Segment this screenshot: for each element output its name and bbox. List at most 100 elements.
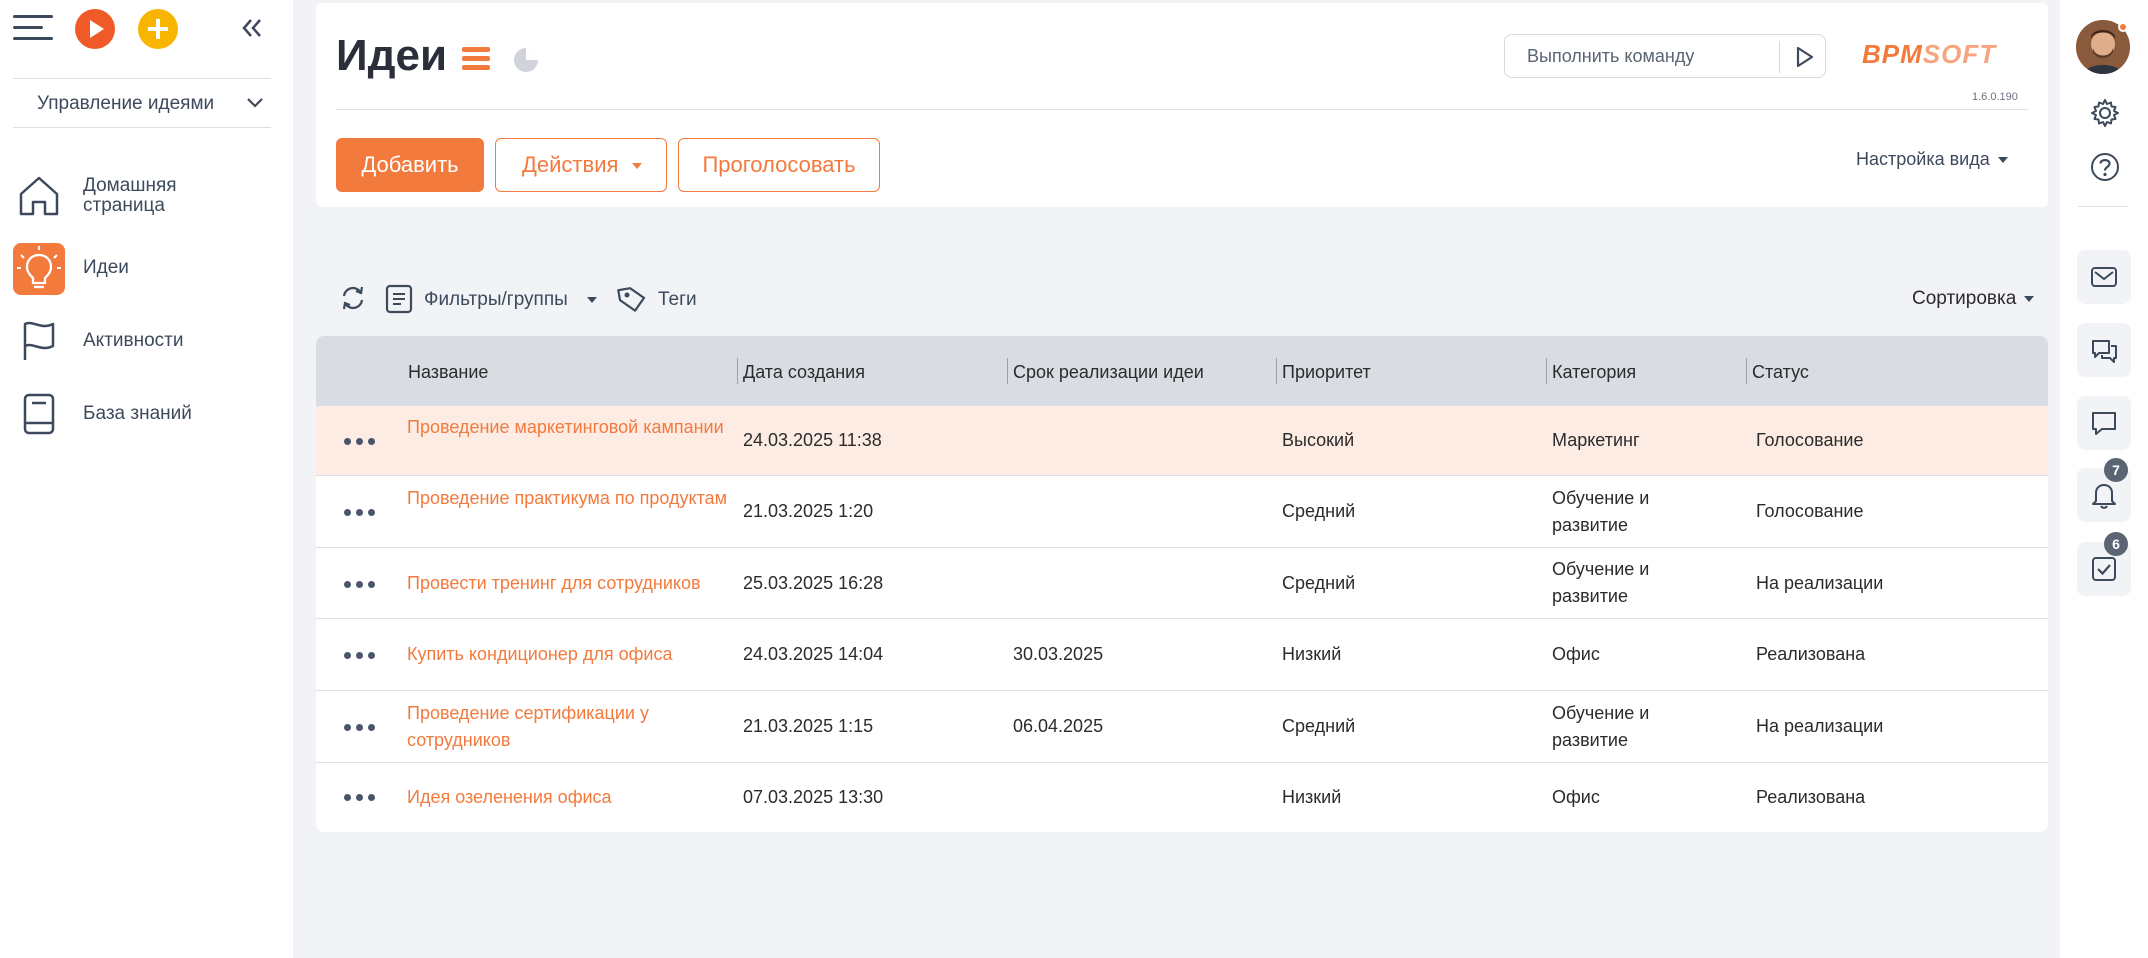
collapse-sidebar-button[interactable] xyxy=(238,14,266,42)
column-divider[interactable] xyxy=(1007,358,1008,384)
execute-command-button[interactable] xyxy=(1787,41,1821,73)
sort-label: Сортировка xyxy=(1912,288,2017,309)
online-status-dot xyxy=(2118,22,2128,32)
column-divider[interactable] xyxy=(1746,358,1747,384)
sidebar-item-home[interactable]: Домашняя страница xyxy=(13,164,271,226)
status-value: Реализована xyxy=(1756,644,1866,664)
priority-value: Высокий xyxy=(1282,430,1355,450)
add-button[interactable]: Добавить xyxy=(336,138,484,192)
workplace-selector[interactable]: Управление идеями xyxy=(13,78,271,128)
refresh-button[interactable] xyxy=(338,283,368,313)
category-value: Маркетинг xyxy=(1552,430,1640,450)
column-divider[interactable] xyxy=(1276,358,1277,384)
tag-icon xyxy=(617,287,646,312)
list-view-icon[interactable] xyxy=(461,45,491,71)
menu-icon[interactable] xyxy=(13,13,53,43)
category-value: Обучение и развитие xyxy=(1552,559,1650,606)
row-menu-icon[interactable] xyxy=(342,574,378,594)
sidebar-label-line: страница xyxy=(83,195,165,216)
run-process-button[interactable] xyxy=(75,9,115,49)
home-icon xyxy=(13,170,65,222)
ideas-grid: Название Дата создания Срок реализации и… xyxy=(316,336,2048,832)
email-button[interactable] xyxy=(2077,250,2131,304)
column-header-priority[interactable]: Приоритет xyxy=(1282,362,1371,383)
idea-name-link[interactable]: Идея озеленения офиса xyxy=(407,784,767,811)
status-value: Реализована xyxy=(1756,787,1866,807)
command-input[interactable] xyxy=(1505,35,1777,77)
category-value: Офис xyxy=(1552,644,1600,664)
sidebar-item-label: Идеи xyxy=(83,257,129,278)
column-header-name[interactable]: Название xyxy=(408,362,488,383)
deadline-date: 06.04.2025 xyxy=(1013,716,1104,736)
view-settings-button[interactable]: Настройка вида xyxy=(1856,149,2008,170)
column-header-category[interactable]: Категория xyxy=(1552,362,1636,383)
list-toolbar: Фильтры/группы Теги Сортировка xyxy=(316,276,2048,322)
idea-name-link[interactable]: Проведение маркетинговой кампании xyxy=(407,414,737,441)
tags-label: Теги xyxy=(658,289,697,310)
feed-button[interactable] xyxy=(2077,396,2131,450)
help-button[interactable] xyxy=(2090,152,2120,182)
idea-name-link[interactable]: Проведение сертификации у сотрудников xyxy=(407,700,737,754)
vote-button[interactable]: Проголосовать xyxy=(678,138,880,192)
idea-name-link[interactable]: Провести тренинг для сотрудников xyxy=(407,570,767,597)
task-check-icon xyxy=(2092,557,2116,581)
actions-label: Действия xyxy=(522,152,619,177)
book-icon xyxy=(13,389,65,441)
table-row[interactable]: Провести тренинг для сотрудников 25.03.2… xyxy=(316,548,2048,619)
view-settings-label: Настройка вида xyxy=(1856,149,1990,169)
command-divider xyxy=(1779,41,1780,73)
plus-icon xyxy=(148,19,168,39)
category-value: Обучение и развитие xyxy=(1552,488,1650,535)
sidebar-item-ideas[interactable]: Идеи xyxy=(13,237,271,299)
deadline-date: 30.03.2025 xyxy=(1013,644,1104,664)
question-circle-icon xyxy=(2091,153,2119,181)
sort-button[interactable]: Сортировка xyxy=(1912,288,2035,310)
play-outline-icon xyxy=(1796,46,1814,68)
table-row[interactable]: Купить кондиционер для офиса 24.03.2025 … xyxy=(316,619,2048,691)
table-row[interactable]: Идея озеленения офиса 07.03.2025 13:30 Н… xyxy=(316,763,2048,832)
idea-name-link[interactable]: Купить кондиционер для офиса xyxy=(407,641,767,668)
gear-icon xyxy=(2091,99,2119,127)
column-divider[interactable] xyxy=(1546,358,1547,384)
created-date: 24.03.2025 11:38 xyxy=(743,430,882,450)
logo-part: SOFT xyxy=(1922,39,1997,69)
header-divider xyxy=(336,109,2028,110)
table-row[interactable]: Проведение маркетинговой кампании 24.03.… xyxy=(316,406,2048,476)
chats-button[interactable] xyxy=(2077,323,2131,377)
priority-value: Средний xyxy=(1282,501,1356,521)
status-value: На реализации xyxy=(1756,573,1884,593)
quick-add-button[interactable] xyxy=(138,9,178,49)
sidebar-item-activities[interactable]: Активности xyxy=(13,310,271,372)
rightbar-divider xyxy=(2078,206,2128,207)
analytics-view-icon[interactable] xyxy=(511,45,541,75)
left-sidebar: Управление идеями Домашняя страница Идеи xyxy=(0,0,293,958)
table-row[interactable]: Проведение практикума по продуктам 21.03… xyxy=(316,476,2048,548)
workplace-label: Управление идеями xyxy=(37,93,215,114)
column-header-deadline[interactable]: Срок реализации идеи xyxy=(1013,362,1204,383)
sidebar-item-knowledge-base[interactable]: База знаний xyxy=(13,383,271,445)
caret-down-icon xyxy=(587,297,597,303)
mail-icon xyxy=(2091,267,2117,287)
chat-bubbles-icon xyxy=(2092,340,2117,363)
filters-label: Фильтры/группы xyxy=(424,289,568,310)
row-menu-icon[interactable] xyxy=(342,717,378,737)
column-header-created[interactable]: Дата создания xyxy=(743,362,865,383)
page-header: Идеи BPMSOFT 1.6.0.190 Добавить Действия… xyxy=(316,3,2048,207)
created-date: 21.03.2025 1:20 xyxy=(743,501,874,521)
row-menu-icon[interactable] xyxy=(342,787,378,807)
column-divider[interactable] xyxy=(737,358,738,384)
row-menu-icon[interactable] xyxy=(342,645,378,665)
row-menu-icon[interactable] xyxy=(342,502,378,522)
idea-name-link[interactable]: Проведение практикума по продуктам xyxy=(407,485,737,512)
version-label: 1.6.0.190 xyxy=(1972,91,2018,103)
actions-button[interactable]: Действия xyxy=(495,138,667,192)
caret-down-icon xyxy=(632,163,642,169)
settings-button[interactable] xyxy=(2090,98,2120,128)
table-row[interactable]: Проведение сертификации у сотрудников 21… xyxy=(316,691,2048,763)
created-date: 25.03.2025 16:28 xyxy=(743,573,884,593)
column-header-status[interactable]: Статус xyxy=(1752,362,1809,383)
row-menu-icon[interactable] xyxy=(342,431,378,451)
sidebar-item-label: Домашняя страница xyxy=(83,176,177,216)
sidebar-item-label: База знаний xyxy=(83,403,192,424)
priority-value: Средний xyxy=(1282,573,1356,593)
